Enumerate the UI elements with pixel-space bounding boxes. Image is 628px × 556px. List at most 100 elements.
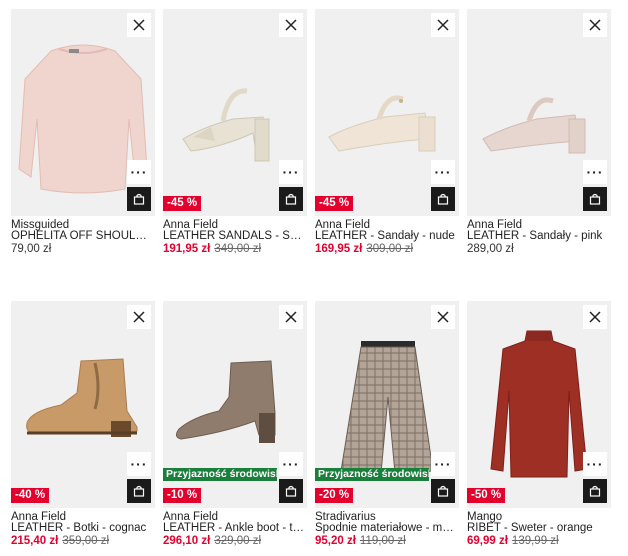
sweater-image xyxy=(490,330,588,478)
remove-button[interactable] xyxy=(279,13,303,37)
remove-button[interactable] xyxy=(583,13,607,37)
add-to-bag-button[interactable] xyxy=(127,187,151,211)
remove-button[interactable] xyxy=(431,305,455,329)
sale-price: 169,95 zł xyxy=(315,243,363,255)
sale-price: 296,10 zł xyxy=(163,535,211,547)
sandal-image xyxy=(328,95,436,152)
product-name[interactable]: RIBET - Sweter - orange xyxy=(467,522,611,534)
original-price: 119,00 zł xyxy=(359,535,406,547)
shopping-bag-icon xyxy=(285,485,297,497)
product-name[interactable]: Spodnie materiałowe - multicoloured xyxy=(315,522,459,534)
boot-image xyxy=(26,358,138,437)
remove-button[interactable] xyxy=(431,13,455,37)
remove-button[interactable] xyxy=(279,305,303,329)
more-options-button[interactable]: ··· xyxy=(127,160,151,184)
original-price: 309,00 zł xyxy=(366,243,414,255)
sweater-image xyxy=(18,44,148,194)
add-to-bag-button[interactable] xyxy=(431,479,455,503)
shopping-bag-icon xyxy=(285,193,297,205)
more-dots-icon: ··· xyxy=(434,456,452,472)
more-dots-icon: ··· xyxy=(434,164,452,180)
product-image[interactable]: -50 % ··· xyxy=(467,301,611,508)
more-dots-icon: ··· xyxy=(282,456,300,472)
more-dots-icon: ··· xyxy=(130,456,148,472)
more-options-button[interactable]: ··· xyxy=(279,452,303,476)
shopping-bag-icon xyxy=(437,193,449,205)
close-icon xyxy=(285,311,297,323)
more-dots-icon: ··· xyxy=(282,164,300,180)
sale-price: 191,95 zł xyxy=(163,243,211,255)
remove-button[interactable] xyxy=(127,13,151,37)
close-icon xyxy=(133,19,145,31)
price-row: 79,00 zł xyxy=(11,243,51,256)
product-name[interactable]: LEATHER - Sandały - pink xyxy=(467,230,611,242)
sale-price: 95,20 zł xyxy=(315,535,356,547)
discount-badge: -20 % xyxy=(315,488,354,503)
remove-button[interactable] xyxy=(583,305,607,329)
product-name[interactable]: LEATHER - Botki - cognac xyxy=(11,522,155,534)
sandal-image xyxy=(482,97,586,154)
product-name[interactable]: OPHELITA OFF SHOULDER - Sweter - pink xyxy=(11,230,155,242)
discount-badge: -40 % xyxy=(11,488,50,503)
shopping-bag-icon xyxy=(437,485,449,497)
more-options-button[interactable]: ··· xyxy=(583,452,607,476)
remove-button[interactable] xyxy=(127,305,151,329)
eco-badge: Przyjazność środowisku xyxy=(163,468,277,481)
product-image[interactable]: Przyjazność środowisku -10 % ··· xyxy=(163,301,307,508)
more-dots-icon: ··· xyxy=(586,164,604,180)
product-image[interactable]: ··· xyxy=(467,9,611,216)
product-image[interactable]: -45 % ··· xyxy=(163,9,307,216)
close-icon xyxy=(437,19,449,31)
more-dots-icon: ··· xyxy=(586,456,604,472)
discount-badge: -50 % xyxy=(467,488,506,503)
sandal-image xyxy=(182,88,270,162)
add-to-bag-button[interactable] xyxy=(279,479,303,503)
add-to-bag-button[interactable] xyxy=(583,479,607,503)
product-image[interactable]: Przyjazność środowisku -20 % ··· xyxy=(315,301,459,508)
add-to-bag-button[interactable] xyxy=(431,187,455,211)
product-image[interactable]: -45 % ··· xyxy=(315,9,459,216)
shopping-bag-icon xyxy=(589,193,601,205)
product-image[interactable]: ··· xyxy=(11,9,155,216)
sale-price: 215,40 zł xyxy=(11,535,59,547)
product-name[interactable]: LEATHER - Ankle boot - taupe xyxy=(163,522,307,534)
original-price: 359,00 zł xyxy=(62,535,110,547)
add-to-bag-button[interactable] xyxy=(127,479,151,503)
product-price: 79,00 zł xyxy=(11,243,52,255)
product-grid: ··· Missguided OPHELITA OFF SHOULDER - S… xyxy=(0,0,628,556)
price-row: 215,40 zł 359,00 zł xyxy=(11,535,109,548)
product-name[interactable]: LEATHER - Sandały - nude xyxy=(315,230,459,242)
price-row: 289,00 zł xyxy=(467,243,514,256)
price-row: 169,95 zł 309,00 zł xyxy=(315,243,413,256)
more-options-button[interactable]: ··· xyxy=(431,452,455,476)
product-name[interactable]: LEATHER SANDALS - Sandały - ecru xyxy=(163,230,307,242)
discount-badge: -45 % xyxy=(163,196,202,211)
original-price: 329,00 zł xyxy=(214,535,262,547)
shopping-bag-icon xyxy=(133,193,145,205)
more-options-button[interactable]: ··· xyxy=(279,160,303,184)
discount-badge: -45 % xyxy=(315,196,354,211)
product-price: 289,00 zł xyxy=(467,243,514,255)
price-row: 191,95 zł 349,00 zł xyxy=(163,243,261,256)
close-icon xyxy=(589,311,601,323)
close-icon xyxy=(589,19,601,31)
eco-badge: Przyjazność środowisku xyxy=(315,468,429,481)
shopping-bag-icon xyxy=(589,485,601,497)
discount-badge: -10 % xyxy=(163,488,202,503)
original-price: 139,99 zł xyxy=(511,535,559,547)
add-to-bag-button[interactable] xyxy=(279,187,303,211)
product-image[interactable]: -40 % ··· xyxy=(11,301,155,508)
more-options-button[interactable]: ··· xyxy=(431,160,455,184)
more-dots-icon: ··· xyxy=(130,164,148,180)
price-row: 95,20 zł 119,00 zł xyxy=(315,535,406,548)
price-row: 296,10 zł 329,00 zł xyxy=(163,535,261,548)
more-options-button[interactable]: ··· xyxy=(583,160,607,184)
close-icon xyxy=(133,311,145,323)
close-icon xyxy=(437,311,449,323)
add-to-bag-button[interactable] xyxy=(583,187,607,211)
sale-price: 69,99 zł xyxy=(467,535,508,547)
more-options-button[interactable]: ··· xyxy=(127,452,151,476)
close-icon xyxy=(285,19,297,31)
price-row: 69,99 zł 139,99 zł xyxy=(467,535,559,548)
original-price: 349,00 zł xyxy=(214,243,262,255)
